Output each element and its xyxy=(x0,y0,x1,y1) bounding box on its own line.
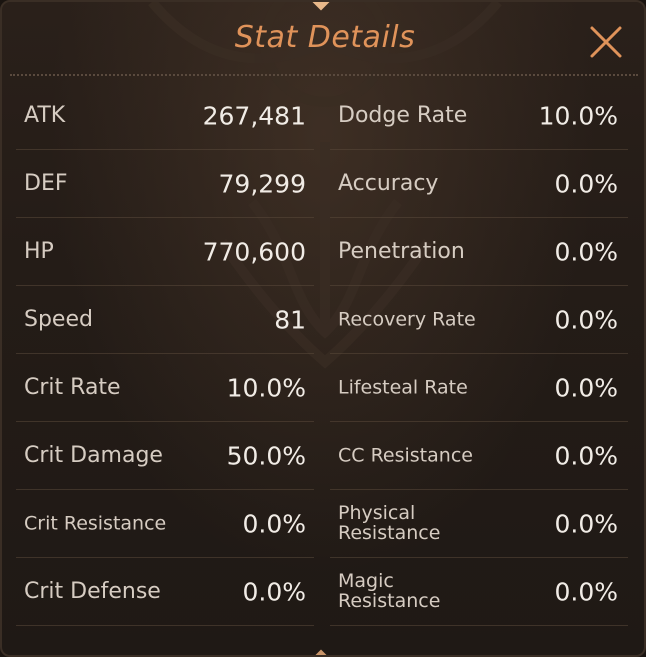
stat-column-right: Dodge Rate 10.0% Accuracy 0.0% Penetrati… xyxy=(330,82,628,626)
stat-label: Crit Damage xyxy=(24,442,163,468)
stat-label: Recovery Rate xyxy=(338,308,476,331)
stat-row-dodge-rate: Dodge Rate 10.0% xyxy=(330,82,628,150)
stat-row-accuracy: Accuracy 0.0% xyxy=(330,150,628,218)
stat-row-penetration: Penetration 0.0% xyxy=(330,218,628,286)
close-button[interactable] xyxy=(586,22,626,62)
stat-value: 770,600 xyxy=(202,237,306,266)
bottom-ornament-gem-icon xyxy=(312,649,330,655)
stat-value: 50.0% xyxy=(226,441,306,470)
stat-value: 0.0% xyxy=(554,305,618,334)
stat-value: 0.0% xyxy=(554,373,618,402)
stat-row-cc-resistance: CC Resistance 0.0% xyxy=(330,422,628,490)
stat-label: Penetration xyxy=(338,238,465,264)
stat-row-crit-resistance: Crit Resistance 0.0% xyxy=(16,490,314,558)
stat-row-magic-resistance: Magic Resistance 0.0% xyxy=(330,558,628,626)
stat-value: 81 xyxy=(274,305,306,334)
stat-label: DEF xyxy=(24,170,68,196)
stat-row-lifesteal-rate: Lifesteal Rate 0.0% xyxy=(330,354,628,422)
stat-label: Crit Rate xyxy=(24,374,121,400)
stat-value: 0.0% xyxy=(554,237,618,266)
stat-row-physical-resistance: Physical Resistance 0.0% xyxy=(330,490,628,558)
stat-value: 10.0% xyxy=(226,373,306,402)
stat-row-crit-rate: Crit Rate 10.0% xyxy=(16,354,314,422)
stat-value: 0.0% xyxy=(242,509,306,538)
panel-title: Stat Details xyxy=(234,20,416,55)
title-divider xyxy=(10,74,638,76)
stat-label: HP xyxy=(24,238,54,264)
stat-value: 0.0% xyxy=(554,577,618,606)
stat-row-speed: Speed 81 xyxy=(16,286,314,354)
stat-row-crit-damage: Crit Damage 50.0% xyxy=(16,422,314,490)
top-ornament-gem-icon xyxy=(312,2,330,11)
stat-details-panel: Stat Details ATK 267,481 DEF 79,299 HP 7… xyxy=(0,0,646,657)
stat-value: 0.0% xyxy=(554,509,618,538)
stat-value: 0.0% xyxy=(242,577,306,606)
stat-label: ATK xyxy=(24,102,66,128)
stat-row-crit-defense: Crit Defense 0.0% xyxy=(16,558,314,626)
close-icon xyxy=(590,26,622,58)
stat-value: 267,481 xyxy=(202,101,306,130)
stat-value: 10.0% xyxy=(538,101,618,130)
stat-label: CC Resistance xyxy=(338,444,473,467)
stat-label: Crit Resistance xyxy=(24,512,167,535)
stat-label: Crit Defense xyxy=(24,578,161,604)
stat-label: Physical Resistance xyxy=(338,501,441,545)
stat-row-recovery-rate: Recovery Rate 0.0% xyxy=(330,286,628,354)
stat-label: Magic Resistance xyxy=(338,569,441,613)
stat-column-left: ATK 267,481 DEF 79,299 HP 770,600 Speed … xyxy=(16,82,314,626)
stat-value: 0.0% xyxy=(554,169,618,198)
stat-row-hp: HP 770,600 xyxy=(16,218,314,286)
stat-row-atk: ATK 267,481 xyxy=(16,82,314,150)
stat-value: 0.0% xyxy=(554,441,618,470)
stat-value: 79,299 xyxy=(218,169,306,198)
stat-label: Accuracy xyxy=(338,170,439,196)
stat-label: Lifesteal Rate xyxy=(338,376,468,399)
stat-label: Dodge Rate xyxy=(338,102,468,128)
stat-label: Speed xyxy=(24,306,93,332)
stat-row-def: DEF 79,299 xyxy=(16,150,314,218)
